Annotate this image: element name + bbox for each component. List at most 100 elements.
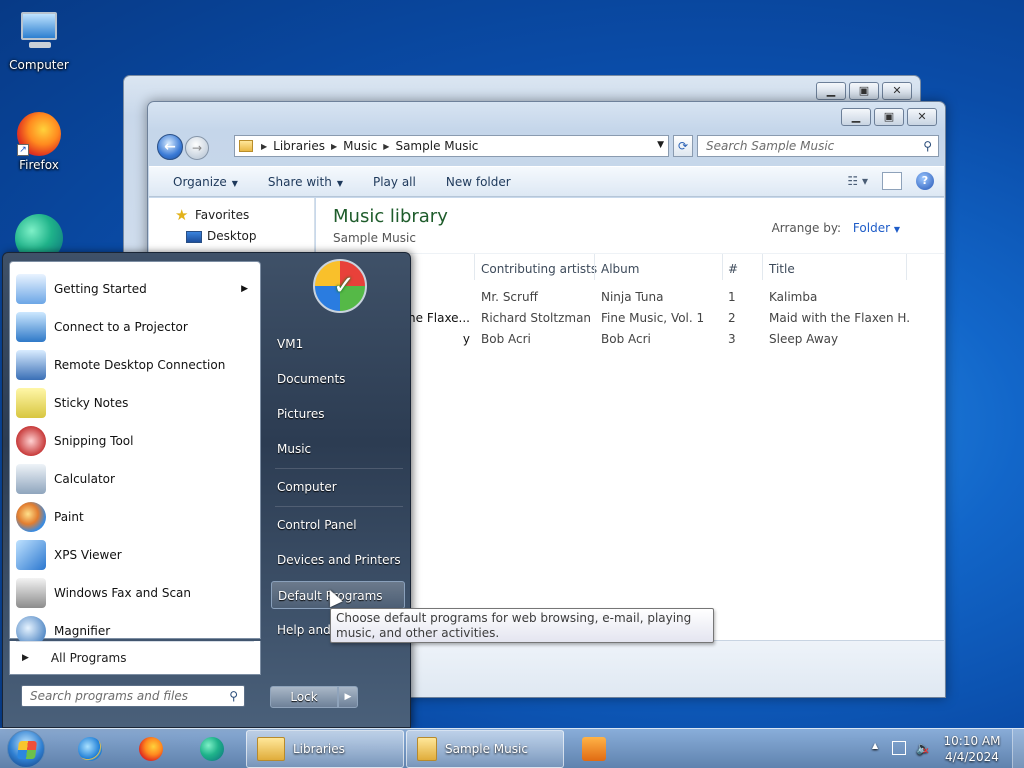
library-folder-icon <box>239 140 253 152</box>
search-icon: ⚲ <box>229 689 238 703</box>
program-fax-scan[interactable]: Windows Fax and Scan <box>10 574 260 612</box>
firefox-icon: ↗ <box>17 112 61 156</box>
new-folder-button[interactable]: New folder <box>446 175 511 189</box>
taskbar-task-libraries[interactable]: Libraries <box>246 730 404 768</box>
share-with-button[interactable]: Share with ▼ <box>268 175 343 189</box>
tooltip: Choose default programs for web browsing… <box>330 608 714 643</box>
program-sticky-notes[interactable]: Sticky Notes <box>10 384 260 422</box>
start-link-user[interactable]: VM1 <box>271 330 405 358</box>
desktop-icon-computer[interactable]: Computer <box>1 8 77 72</box>
desktop-icon-firefox[interactable]: ↗ Firefox <box>1 112 77 172</box>
arrange-by-dropdown[interactable]: Folder <box>853 221 890 235</box>
program-connect-projector[interactable]: Connect to a Projector <box>10 308 260 346</box>
address-dropdown-icon[interactable]: ▼ <box>657 140 664 150</box>
nav-favorites[interactable]: ★ Favorites <box>149 205 314 226</box>
getting-started-icon <box>16 274 46 304</box>
address-bar[interactable]: ▶ Libraries ▶ Music ▶ Sample Music ▼ <box>234 135 669 157</box>
start-link-pictures[interactable]: Pictures <box>271 400 405 428</box>
fax-scan-icon <box>16 578 46 608</box>
taskbar-ie[interactable] <box>70 732 110 766</box>
mute-icon: ✕ <box>922 747 930 757</box>
network-icon[interactable] <box>892 741 906 755</box>
desktop-icon-label: Firefox <box>19 158 59 172</box>
taskbar-media-player[interactable] <box>574 732 614 766</box>
program-paint[interactable]: Paint <box>10 498 260 536</box>
calculator-icon <box>16 464 46 494</box>
view-options-icon[interactable]: ☷ ▾ <box>847 174 868 188</box>
organize-button[interactable]: Organize ▼ <box>173 175 238 189</box>
minimize-button[interactable]: ▁ <box>816 82 846 100</box>
program-getting-started[interactable]: Getting Started ▶ <box>10 270 260 308</box>
paint-icon <box>16 502 46 532</box>
shutdown-options-button[interactable]: ▶ <box>338 686 358 708</box>
maximize-button[interactable]: ▣ <box>874 108 904 126</box>
start-button[interactable] <box>7 730 45 768</box>
taskbar-firefox[interactable] <box>131 732 171 766</box>
start-link-music[interactable]: Music <box>271 435 405 463</box>
program-xps-viewer[interactable]: XPS Viewer <box>10 536 260 574</box>
close-button[interactable]: ✕ <box>907 108 937 126</box>
breadcrumb-music[interactable]: Music <box>343 139 377 153</box>
start-link-control-panel[interactable]: Control Panel <box>271 511 405 539</box>
refresh-button[interactable]: ⟳ <box>673 135 693 157</box>
chevron-down-icon[interactable]: ▼ <box>894 225 900 234</box>
snipping-tool-icon <box>16 426 46 456</box>
forward-button[interactable]: → <box>185 136 209 160</box>
media-player-icon <box>582 737 606 761</box>
desktop-icon <box>186 230 202 243</box>
program-snipping-tool[interactable]: Snipping Tool <box>10 422 260 460</box>
column-header-artists[interactable]: Contributing artists <box>481 262 597 276</box>
play-all-button[interactable]: Play all <box>373 175 416 189</box>
taskbar-edge[interactable] <box>192 732 232 766</box>
program-calculator[interactable]: Calculator <box>10 460 260 498</box>
show-desktop-button[interactable] <box>1012 729 1024 768</box>
library-subtitle: Sample Music <box>333 231 416 245</box>
firefox-icon <box>139 737 163 761</box>
clock[interactable]: 10:10 AM 4/4/2024 <box>942 733 1002 765</box>
remote-desktop-icon <box>16 350 46 380</box>
computer-icon <box>15 8 63 56</box>
user-avatar[interactable]: ✓ <box>313 259 367 313</box>
minimize-button[interactable]: ▁ <box>841 108 871 126</box>
lock-button[interactable]: Lock <box>270 686 338 708</box>
column-header-title[interactable]: Title <box>769 262 795 276</box>
projector-icon <box>16 312 46 342</box>
arrange-by: Arrange by: Folder ▼ <box>771 221 900 235</box>
folder-icon <box>417 737 437 761</box>
back-button[interactable]: ← <box>157 134 183 160</box>
program-remote-desktop[interactable]: Remote Desktop Connection <box>10 346 260 384</box>
libraries-folder-icon <box>257 737 285 761</box>
windows-logo-icon <box>17 741 37 759</box>
all-programs-button[interactable]: ▶ All Programs <box>9 641 261 675</box>
maximize-button[interactable]: ▣ <box>849 82 879 100</box>
expand-arrow-icon: ▶ <box>22 652 29 663</box>
internet-explorer-icon <box>78 737 102 761</box>
start-link-computer[interactable]: Computer <box>271 473 405 501</box>
edge-icon <box>200 737 224 761</box>
nav-desktop[interactable]: Desktop <box>149 226 314 247</box>
preview-pane-icon[interactable] <box>882 172 902 190</box>
help-icon[interactable]: ? <box>916 172 934 190</box>
start-menu-programs: Getting Started ▶ Connect to a Projector… <box>9 261 261 646</box>
breadcrumb-sample-music[interactable]: Sample Music <box>395 139 478 153</box>
start-link-documents[interactable]: Documents <box>271 365 405 393</box>
column-header-number[interactable]: # <box>728 262 738 276</box>
sticky-notes-icon <box>16 388 46 418</box>
search-icon: ⚲ <box>923 139 932 153</box>
taskbar-task-sample-music[interactable]: Sample Music <box>406 730 564 768</box>
library-title: Music library <box>333 206 448 227</box>
close-button[interactable]: ✕ <box>882 82 912 100</box>
start-link-devices-printers[interactable]: Devices and Printers <box>271 546 405 574</box>
start-menu: Getting Started ▶ Connect to a Projector… <box>2 252 411 728</box>
desktop-icon-label: Computer <box>9 58 69 72</box>
command-bar: Organize ▼ Share with ▼ Play all New folde… <box>149 166 944 197</box>
start-search-input[interactable]: Search programs and files ⚲ <box>21 685 245 707</box>
column-header-album[interactable]: Album <box>601 262 639 276</box>
star-icon: ★ <box>175 206 189 224</box>
address-row: ← → ▶ Libraries ▶ Music ▶ Sample Music ▼… <box>156 133 939 160</box>
search-input[interactable]: Search Sample Music ⚲ <box>697 135 939 157</box>
breadcrumb-libraries[interactable]: Libraries <box>273 139 325 153</box>
start-menu-places: ✓ VM1 Documents Pictures Music Computer … <box>267 253 411 727</box>
show-hidden-icons-button[interactable]: ▲ <box>872 741 878 750</box>
taskbar: Libraries Sample Music ▲ 🔈 ✕ 10:10 AM 4/… <box>0 728 1024 768</box>
